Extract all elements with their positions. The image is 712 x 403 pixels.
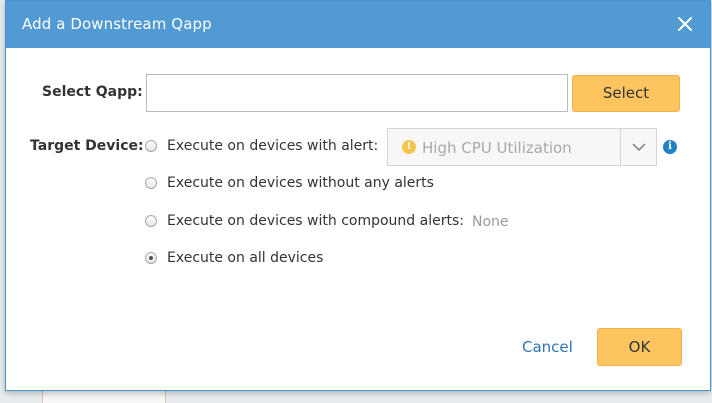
close-button[interactable] xyxy=(674,13,696,35)
radio-option-all-devices[interactable]: Execute on all devices xyxy=(145,248,323,268)
select-qapp-label: Select Qapp: xyxy=(42,84,143,100)
close-icon xyxy=(678,17,692,31)
radio-label: Execute on all devices xyxy=(167,250,324,266)
alert-dropdown[interactable]: High CPU Utilization xyxy=(387,128,657,166)
radio-button[interactable] xyxy=(145,177,157,189)
radio-button-selected[interactable] xyxy=(145,252,157,264)
ok-button[interactable]: OK xyxy=(597,328,682,366)
warning-icon xyxy=(402,140,416,154)
compound-alerts-value: None xyxy=(472,214,509,230)
select-button[interactable]: Select xyxy=(572,75,680,112)
info-icon[interactable] xyxy=(663,140,677,154)
dropdown-divider xyxy=(620,129,621,165)
radio-button[interactable] xyxy=(145,140,157,152)
radio-label: Execute on devices with alert: xyxy=(167,138,379,154)
radio-option-with-alert[interactable]: Execute on devices with alert: xyxy=(145,136,378,156)
qapp-input[interactable] xyxy=(146,74,568,112)
radio-option-compound-alerts[interactable]: Execute on devices with compound alerts: xyxy=(145,211,464,231)
radio-option-without-alerts[interactable]: Execute on devices without any alerts xyxy=(145,173,434,193)
chevron-down-icon xyxy=(632,143,646,152)
radio-label: Execute on devices without any alerts xyxy=(167,175,434,191)
alert-dropdown-value: High CPU Utilization xyxy=(422,139,572,157)
radio-button[interactable] xyxy=(145,215,157,227)
cancel-button[interactable]: Cancel xyxy=(522,338,573,356)
target-device-label: Target Device: xyxy=(30,138,144,154)
dialog-titlebar: Add a Downstream Qapp xyxy=(6,1,710,48)
radio-label: Execute on devices with compound alerts: xyxy=(167,213,464,229)
add-downstream-qapp-dialog: Add a Downstream Qapp Select Qapp: Selec… xyxy=(5,0,711,391)
dialog-title: Add a Downstream Qapp xyxy=(22,15,212,33)
